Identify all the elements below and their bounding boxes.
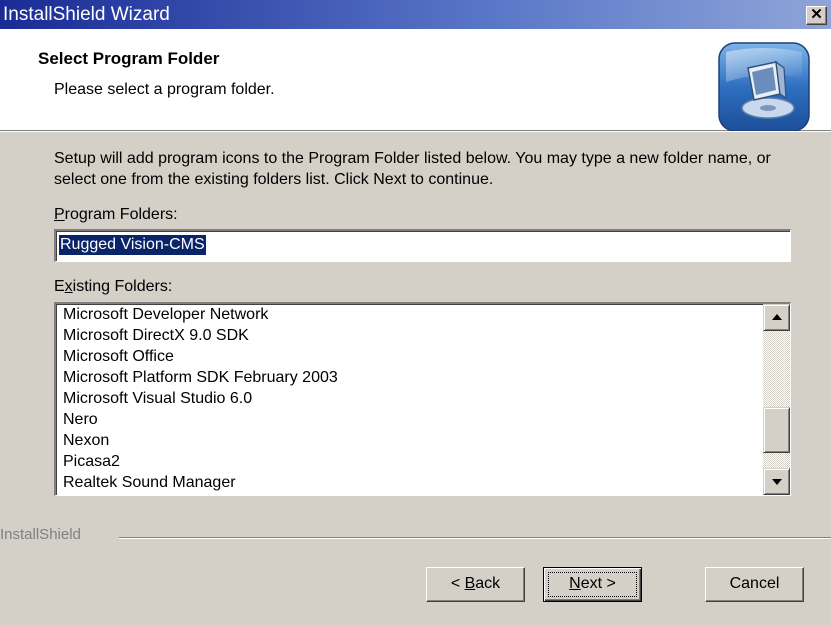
installshield-brand-label: InstallShield: [0, 526, 81, 543]
window-title: InstallShield Wizard: [3, 4, 170, 25]
existing-folders-list[interactable]: Microsoft Developer Network Microsoft Di…: [54, 302, 791, 496]
header-panel: Select Program Folder Please select a pr…: [0, 29, 831, 132]
list-item[interactable]: Microsoft Office: [63, 346, 174, 367]
focus-rectangle: [548, 572, 637, 597]
close-button[interactable]: ✕: [806, 6, 827, 25]
scroll-down-button[interactable]: [763, 468, 790, 495]
arrow-up-icon: [772, 314, 782, 320]
program-folder-value: Rugged Vision-CMS: [59, 235, 206, 255]
installshield-wizard-window: InstallShield Wizard ✕ Select Program Fo…: [0, 0, 831, 625]
cancel-button[interactable]: Cancel: [705, 567, 804, 602]
list-item[interactable]: Microsoft DirectX 9.0 SDK: [63, 325, 249, 346]
program-folders-label: Program Folders:: [54, 206, 178, 223]
next-button[interactable]: Next >: [543, 567, 642, 602]
close-icon: ✕: [810, 6, 823, 23]
install-computer-icon: [718, 42, 810, 132]
arrow-down-icon: [772, 479, 782, 485]
list-item[interactable]: Nexon: [63, 430, 109, 451]
list-item[interactable]: Picasa2: [63, 451, 120, 472]
page-subtitle: Please select a program folder.: [54, 81, 275, 98]
vertical-scrollbar[interactable]: [763, 304, 790, 495]
page-title: Select Program Folder: [38, 49, 220, 68]
back-button[interactable]: < Back: [426, 567, 525, 602]
existing-folders-label: Existing Folders:: [54, 278, 173, 295]
list-item[interactable]: Nero: [63, 409, 98, 430]
instructions-text: Setup will add program icons to the Prog…: [54, 150, 771, 188]
scrollbar-thumb[interactable]: [763, 407, 790, 453]
title-bar[interactable]: InstallShield Wizard ✕: [0, 0, 831, 29]
scroll-up-button[interactable]: [763, 304, 790, 331]
footer-divider: [119, 537, 831, 539]
list-item[interactable]: Microsoft Platform SDK February 2003: [63, 367, 338, 388]
list-item[interactable]: Realtek Sound Manager: [63, 472, 236, 493]
list-item[interactable]: Microsoft Developer Network: [63, 304, 268, 325]
program-folder-input[interactable]: Rugged Vision-CMS: [54, 229, 791, 262]
list-item[interactable]: Microsoft Visual Studio 6.0: [63, 388, 252, 409]
